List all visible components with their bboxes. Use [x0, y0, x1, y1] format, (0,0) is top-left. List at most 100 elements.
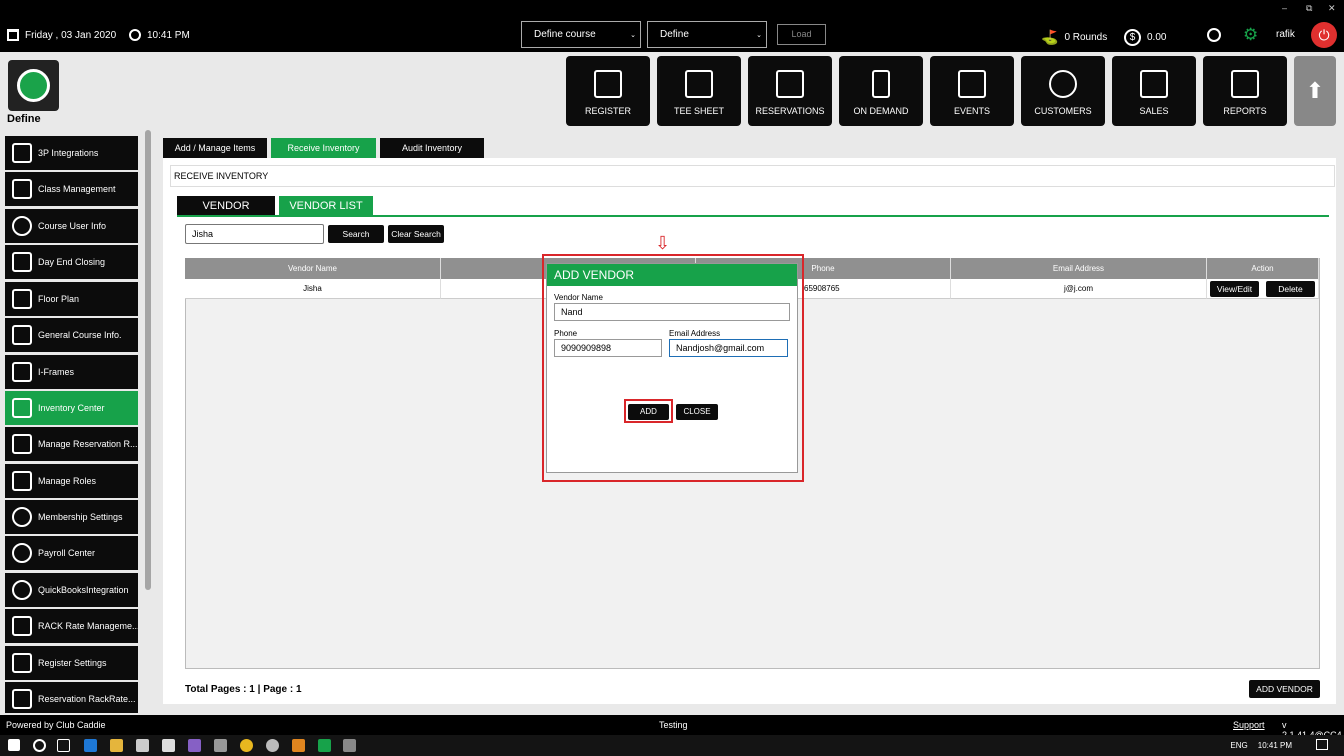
reservations-tile[interactable]: RESERVATIONS	[748, 56, 832, 126]
sidebar-item-floor-plan[interactable]: Floor Plan	[5, 282, 138, 316]
sidebar-item-manage-roles[interactable]: Manage Roles	[5, 464, 138, 498]
register-tile[interactable]: REGISTER	[566, 56, 650, 126]
delete-button[interactable]: Delete	[1266, 281, 1315, 297]
amount-display: $ 0.00	[1124, 29, 1166, 46]
tab-audit-inventory[interactable]: Audit Inventory	[380, 138, 484, 158]
restore-icon[interactable]: ⧉	[1306, 3, 1312, 14]
search-input[interactable]	[185, 224, 324, 244]
sidebar-item-label: General Course Info.	[38, 330, 122, 340]
app-icon[interactable]	[214, 739, 227, 752]
history-icon[interactable]	[1207, 28, 1221, 42]
dollar-icon: $	[1124, 29, 1141, 46]
course-select[interactable]: Define course ⌄	[521, 21, 641, 48]
sidebar-item-register-settings[interactable]: Register Settings	[5, 646, 138, 680]
sidebar-item-membership-settings[interactable]: Membership Settings	[5, 500, 138, 534]
search-button[interactable]: Search	[328, 225, 384, 243]
search-icon[interactable]	[33, 739, 46, 752]
mail-icon[interactable]	[136, 739, 149, 752]
folder-icon[interactable]	[110, 739, 123, 752]
customers-tile[interactable]: CUSTOMERS	[1021, 56, 1105, 126]
sidebar-item-label: Course User Info	[38, 221, 107, 231]
sidebar-item-class-management[interactable]: Class Management	[5, 172, 138, 206]
arrow-up-icon[interactable]: ⬆	[1294, 56, 1336, 126]
on-demand-tile-label: ON DEMAND	[853, 106, 909, 116]
barcode-scanner-icon	[594, 70, 622, 98]
user-icon	[12, 216, 32, 236]
power-icon[interactable]: ⏻	[1311, 22, 1337, 48]
calendar-icon	[7, 29, 19, 41]
reports-tile[interactable]: REPORTS	[1203, 56, 1287, 126]
sidebar-item-3p-integrations[interactable]: 3P Integrations	[5, 136, 138, 170]
tab-vendor-list[interactable]: VENDOR LIST	[279, 196, 373, 216]
sidebar-item-label: Membership Settings	[38, 512, 123, 522]
sidebar-item-course-user-info[interactable]: Course User Info	[5, 209, 138, 243]
floor-plan-icon	[12, 289, 32, 309]
email-field[interactable]	[669, 339, 788, 357]
course-select-value: Define course	[534, 29, 596, 40]
phone-field[interactable]	[554, 339, 662, 357]
tab-receive-inventory[interactable]: Receive Inventory	[271, 138, 376, 158]
vendor-name-field[interactable]	[554, 303, 790, 321]
chrome-icon[interactable]	[240, 739, 253, 752]
sidebar-item-label: Floor Plan	[38, 294, 80, 304]
support-link[interactable]: Support	[1233, 720, 1265, 730]
add-vendor-button[interactable]: ADD VENDOR	[1249, 680, 1320, 698]
class-icon	[12, 179, 32, 199]
load-button[interactable]: Load	[777, 24, 826, 45]
add-button[interactable]: ADD	[628, 404, 669, 420]
tray-time[interactable]: 10:41 PM	[1258, 741, 1292, 750]
sliders-icon	[12, 653, 32, 673]
sidebar-item-label: Payroll Center	[38, 548, 96, 558]
sales-tile-label: SALES	[1139, 106, 1169, 116]
app-icon[interactable]	[343, 739, 356, 752]
cell-email: j@j.com	[951, 279, 1207, 299]
date-text: Friday , 03 Jan 2020	[25, 29, 117, 41]
close-window-icon[interactable]: ✕	[1328, 3, 1336, 14]
clear-search-button[interactable]: Clear Search	[388, 225, 444, 243]
logo[interactable]	[8, 60, 59, 111]
sidebar-item-payroll-center[interactable]: Payroll Center	[5, 536, 138, 570]
sidebar-item-general-course-info[interactable]: General Course Info.	[5, 318, 138, 352]
sidebar-item-day-end-closing[interactable]: Day End Closing	[5, 245, 138, 279]
club-caddie-icon[interactable]	[318, 739, 331, 752]
windows-start-icon[interactable]	[8, 739, 20, 751]
sidebar-item-i-frames[interactable]: I-Frames	[5, 355, 138, 389]
sidebar-item-label: Reservation RackRate...	[38, 694, 136, 704]
section-title: RECEIVE INVENTORY	[170, 165, 1335, 187]
define-select[interactable]: Define ⌄	[647, 21, 767, 48]
edge-icon[interactable]	[84, 739, 97, 752]
sidebar-item-quickbooks[interactable]: QuickBooksIntegration	[5, 573, 138, 607]
customers-tile-label: CUSTOMERS	[1034, 106, 1092, 116]
on-demand-tile[interactable]: ON DEMAND	[839, 56, 923, 126]
sidebar-item-manage-reservation[interactable]: Manage Reservation R...	[5, 427, 138, 461]
amount-text: 0.00	[1147, 32, 1167, 43]
events-tile[interactable]: EVENTS	[930, 56, 1014, 126]
close-button[interactable]: CLOSE	[676, 404, 718, 420]
sidebar-item-reservation-rackrate[interactable]: Reservation RackRate...	[5, 682, 138, 713]
visual-studio-icon[interactable]	[188, 739, 201, 752]
chevron-down-icon: ⌄	[630, 32, 636, 39]
tab-vendor-receipts[interactable]: VENDOR RECEIPTS	[177, 196, 275, 232]
minimize-icon[interactable]: –	[1282, 3, 1287, 13]
sidebar-item-inventory-center[interactable]: Inventory Center	[5, 391, 138, 425]
define-select-value: Define	[660, 29, 689, 40]
tab-add-manage-items[interactable]: Add / Manage Items	[163, 138, 267, 158]
store-icon[interactable]	[162, 739, 175, 752]
sublime-icon[interactable]	[292, 739, 305, 752]
powered-by-text: Powered by Club Caddie	[6, 720, 106, 730]
sidebar-item-label: 3P Integrations	[38, 148, 99, 158]
tee-sheet-tile[interactable]: TEE SHEET	[657, 56, 741, 126]
sales-tile[interactable]: SALES	[1112, 56, 1196, 126]
tray-language[interactable]: ENG	[1230, 741, 1247, 750]
sidebar-item-label: Manage Roles	[38, 476, 97, 486]
mobile-icon	[872, 70, 890, 98]
settings-icon[interactable]: ⚙	[1243, 26, 1258, 43]
user-name[interactable]: rafik	[1276, 29, 1295, 40]
notification-icon[interactable]	[1316, 739, 1328, 750]
task-view-icon[interactable]	[57, 739, 70, 752]
sidebar-scrollbar[interactable]	[145, 130, 151, 590]
network-app-icon[interactable]	[266, 739, 279, 752]
sidebar-item-rack-rate[interactable]: RACK Rate Manageme...	[5, 609, 138, 643]
view-edit-button[interactable]: View/Edit	[1210, 281, 1259, 297]
handshake-icon	[12, 689, 32, 709]
